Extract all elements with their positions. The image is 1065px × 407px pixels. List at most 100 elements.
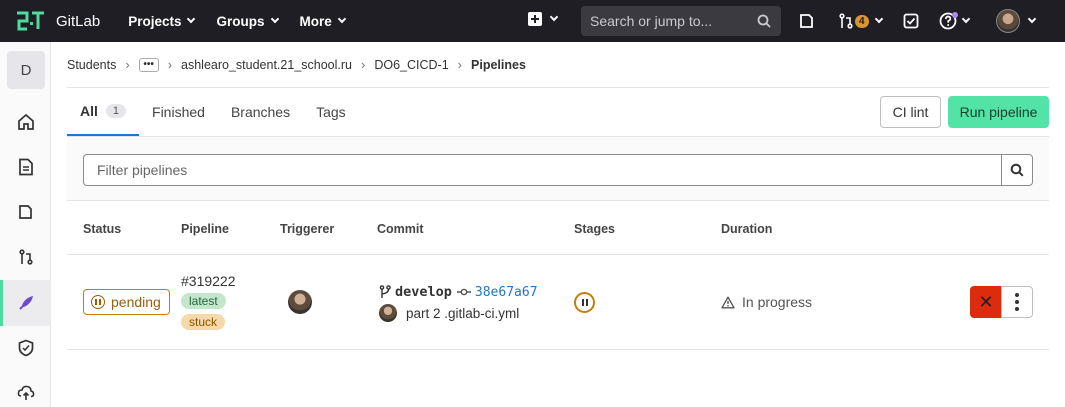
filter-search-button[interactable] xyxy=(1001,154,1033,186)
pending-status-icon xyxy=(91,295,105,309)
breadcrumb-project[interactable]: DO6_CICD-1 xyxy=(374,58,448,72)
sidebar-item-merge-requests[interactable] xyxy=(16,247,36,267)
breadcrumb-current[interactable]: Pipelines xyxy=(471,58,526,72)
run-pipeline-button[interactable]: Run pipeline xyxy=(948,96,1049,128)
commit-message-link[interactable]: part 2 .gitlab-ci.yml xyxy=(406,306,519,321)
sidebar-item-ci-cd[interactable] xyxy=(16,293,36,313)
rocket-icon xyxy=(19,296,33,310)
tab-tags-label: Tags xyxy=(316,104,346,120)
sidebar-item-security[interactable] xyxy=(16,338,36,358)
tab-finished-label: Finished xyxy=(152,104,205,120)
nav-projects-label: Projects xyxy=(128,13,182,29)
merge-request-icon xyxy=(839,13,853,29)
top-navbar: GitLab Projects Groups More Search or ju… xyxy=(0,0,1065,42)
filter-pipelines-input[interactable]: Filter pipelines xyxy=(83,154,1002,186)
branch-icon xyxy=(379,285,391,298)
nav-projects[interactable]: Projects xyxy=(128,13,196,29)
label-latest: latest xyxy=(181,293,226,309)
chevron-right-icon: › xyxy=(125,57,130,72)
chevron-down-icon xyxy=(270,14,279,24)
ci-lint-button[interactable]: CI lint xyxy=(880,96,941,128)
issues-button[interactable] xyxy=(799,0,815,42)
column-header-commit: Commit xyxy=(377,222,424,236)
filter-placeholder: Filter pipelines xyxy=(97,162,188,178)
commit-sha-link[interactable]: 38e67a67 xyxy=(475,285,538,300)
nav-groups-label: Groups xyxy=(216,13,265,29)
project-initial: D xyxy=(20,61,32,79)
chevron-down-icon xyxy=(874,14,883,24)
commit-message-row: part 2 .gitlab-ci.yml xyxy=(379,304,519,322)
status-badge[interactable]: pending xyxy=(83,289,170,315)
duration-text: In progress xyxy=(742,294,813,310)
chevron-down-icon xyxy=(1027,14,1037,24)
help-button[interactable] xyxy=(939,0,971,42)
pipeline-id-link[interactable]: #319222 xyxy=(181,273,236,289)
sidebar-item-project[interactable] xyxy=(16,112,36,132)
sidebar-item-deployments[interactable] xyxy=(16,383,36,403)
tab-branches-label: Branches xyxy=(230,104,291,120)
left-sidebar: D xyxy=(0,42,51,407)
column-header-stages: Stages xyxy=(574,222,615,236)
nav-groups[interactable]: Groups xyxy=(216,13,279,29)
issues-icon xyxy=(19,205,32,219)
tab-tags[interactable]: Tags xyxy=(303,88,359,136)
commit-ref: develop 38e67a67 xyxy=(379,284,538,300)
filter-bar: Filter pipelines xyxy=(67,136,1049,201)
user-menu-button[interactable] xyxy=(996,0,1037,42)
duration: In progress xyxy=(721,294,812,310)
tab-finished[interactable]: Finished xyxy=(139,88,218,136)
divider xyxy=(67,254,1049,255)
tab-all-label: All xyxy=(80,103,98,119)
label-stuck: stuck xyxy=(181,314,226,330)
branch-name-link[interactable]: develop xyxy=(395,284,452,300)
gitlab-logo[interactable]: GitLab xyxy=(16,10,128,32)
chevron-down-icon xyxy=(187,14,196,24)
search-icon xyxy=(1010,163,1024,177)
sidebar-item-repository[interactable] xyxy=(16,157,36,177)
breadcrumb-user-group[interactable]: ashlearo_student.21_school.ru xyxy=(181,58,352,72)
user-avatar xyxy=(996,9,1020,33)
triggerer-avatar[interactable] xyxy=(288,290,312,314)
new-menu-button[interactable] xyxy=(528,12,559,26)
search-placeholder: Search or jump to... xyxy=(590,13,713,29)
brand-name: GitLab xyxy=(56,12,101,30)
chevron-right-icon: › xyxy=(167,57,173,72)
status-text: pending xyxy=(111,294,161,310)
more-actions-button[interactable] xyxy=(1001,286,1033,318)
tab-branches[interactable]: Branches xyxy=(218,88,303,136)
nav-more-label: More xyxy=(299,13,332,29)
column-header-triggerer: Triggerer xyxy=(280,222,335,236)
issues-icon xyxy=(800,14,813,28)
merge-requests-count: 4 xyxy=(855,14,869,28)
todo-check-icon xyxy=(903,13,919,29)
sidebar-item-issues[interactable] xyxy=(16,202,36,222)
merge-requests-button[interactable]: 4 xyxy=(838,0,883,42)
column-header-duration: Duration xyxy=(721,222,773,236)
breadcrumb-expand-button[interactable]: ••• xyxy=(138,57,159,72)
divider xyxy=(67,349,1049,350)
tab-all[interactable]: All 1 xyxy=(67,88,140,136)
chevron-right-icon: › xyxy=(457,57,463,72)
deploy-icon xyxy=(17,385,35,400)
commit-author-avatar[interactable] xyxy=(379,304,397,322)
shield-icon xyxy=(18,339,34,357)
tab-all-count: 1 xyxy=(105,104,127,118)
warning-icon xyxy=(721,296,735,308)
search-input[interactable]: Search or jump to... xyxy=(581,6,781,36)
help-icon xyxy=(939,12,958,30)
commit-icon xyxy=(456,288,471,296)
kebab-dot xyxy=(1015,300,1019,304)
merge-request-icon xyxy=(19,249,33,265)
chevron-down-icon xyxy=(961,14,971,24)
pipeline-tabs: All 1 Finished Branches Tags xyxy=(67,88,359,136)
project-avatar[interactable]: D xyxy=(7,51,45,89)
breadcrumb-students[interactable]: Students xyxy=(67,58,116,72)
chevron-right-icon: › xyxy=(361,57,366,72)
home-icon xyxy=(18,113,34,130)
document-icon xyxy=(19,158,33,176)
stage-pending-icon[interactable] xyxy=(574,292,595,313)
column-header-pipeline: Pipeline xyxy=(181,222,229,236)
cancel-pipeline-button[interactable]: ✕ xyxy=(970,286,1002,318)
todos-button[interactable] xyxy=(903,0,919,42)
nav-more[interactable]: More xyxy=(299,13,347,29)
